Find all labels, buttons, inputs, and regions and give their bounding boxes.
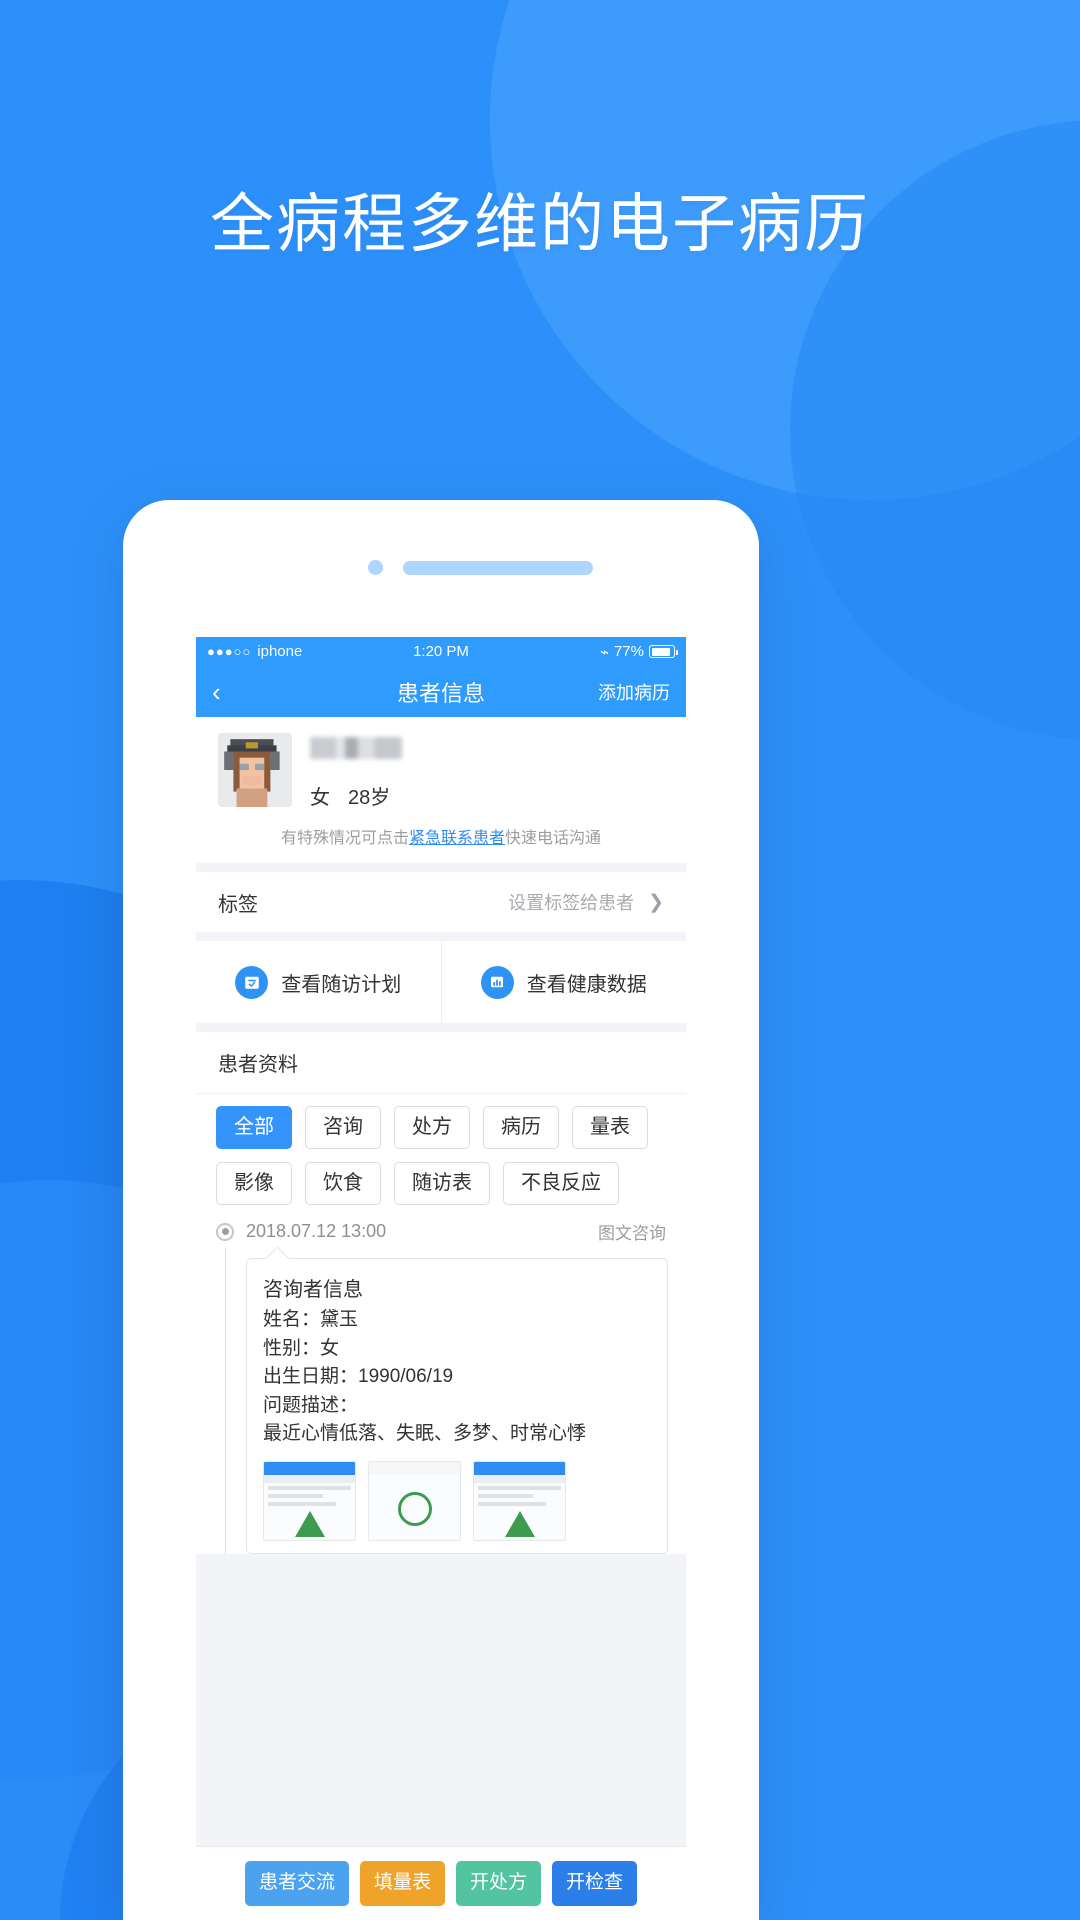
- filter-chip-consult[interactable]: 咨询: [305, 1106, 381, 1149]
- view-followup-plan-label: 查看随访计划: [281, 973, 402, 996]
- bluetooth-icon: ⌁: [599, 643, 609, 661]
- status-bar: ●●●○○ iphone 1:20 PM ⌁ 77%: [196, 637, 686, 666]
- phone-top-bezel: [123, 500, 759, 637]
- timeline-dot-icon: [216, 1222, 234, 1241]
- status-right-group: ⌁ 77%: [599, 643, 678, 661]
- bottom-action-bar: 患者交流 填量表 开处方 开检查: [196, 1846, 686, 1920]
- consultation-field-problem-text: 最近心情低落、失眠、多梦、时常心悸: [263, 1423, 587, 1444]
- emergency-contact-link[interactable]: 紧急联系患者: [409, 830, 505, 847]
- patient-gender-age: 女 28岁: [310, 781, 402, 810]
- timeline: 2018.07.12 13:00 图文咨询 咨询者信息 姓名：黛玉 性别：女 出…: [196, 1209, 686, 1554]
- filter-chip-followup-form[interactable]: 随访表: [394, 1162, 490, 1205]
- phone-mockup: ●●●○○ iphone 1:20 PM ⌁ 77% ‹ 患者信息 添加病历 女…: [123, 500, 759, 1920]
- section-title-patient-data: 患者资料: [196, 1032, 686, 1094]
- divider: [196, 863, 686, 872]
- patient-name-masked: [310, 737, 402, 759]
- order-examination-button[interactable]: 开检查: [552, 1861, 638, 1906]
- patient-summary: 女 28岁: [196, 717, 686, 810]
- battery-percent-label: 77%: [613, 643, 644, 660]
- nav-bar: ‹ 患者信息 添加病历: [196, 666, 686, 717]
- filter-chip-prescription[interactable]: 处方: [394, 1106, 470, 1149]
- timeline-type-badge: 图文咨询: [598, 1224, 666, 1243]
- timeline-connector: [225, 1247, 226, 1554]
- earpiece-speaker: [403, 561, 593, 575]
- consultation-card-title: 咨询者信息: [263, 1279, 363, 1301]
- consultation-card[interactable]: 咨询者信息 姓名：黛玉 性别：女 出生日期：1990/06/19 问题描述： 最…: [246, 1258, 668, 1554]
- page-headline: 全病程多维的电子病历: [210, 188, 870, 260]
- consultation-field-problem-label: 问题描述：: [263, 1394, 359, 1416]
- consultation-thumbnails: [263, 1460, 651, 1541]
- fill-scale-button[interactable]: 填量表: [359, 1861, 445, 1906]
- tag-row-value: 设置标签给患者: [508, 893, 635, 913]
- chevron-right-icon: ❯: [648, 891, 664, 913]
- view-health-data-label: 查看健康数据: [526, 973, 647, 996]
- timeline-date: 2018.07.12 13:00: [246, 1221, 387, 1241]
- consultation-field-name: 姓名：黛玉: [263, 1309, 359, 1330]
- filter-chip-all[interactable]: 全部: [216, 1106, 292, 1149]
- view-health-data-button[interactable]: 查看健康数据: [440, 941, 687, 1023]
- timeline-entry-header: 2018.07.12 13:00 图文咨询: [196, 1219, 686, 1244]
- filter-chip-diet[interactable]: 饮食: [305, 1162, 381, 1205]
- consultation-field-gender: 性别：女: [263, 1337, 340, 1359]
- front-camera-icon: [368, 560, 383, 575]
- filter-chip-group: 全部 咨询 处方 病历 量表 影像 饮食 随访表 不良反应: [196, 1094, 686, 1209]
- filter-chip-record[interactable]: 病历: [483, 1106, 559, 1149]
- calendar-check-icon: [235, 965, 269, 999]
- patient-chat-button[interactable]: 患者交流: [244, 1861, 349, 1906]
- tag-row-label: 标签: [218, 893, 258, 916]
- divider-3: [196, 1023, 686, 1032]
- divider-2: [196, 932, 686, 941]
- write-prescription-button[interactable]: 开处方: [456, 1861, 542, 1906]
- patient-avatar[interactable]: [218, 733, 292, 807]
- avatar-pixel-art: [218, 733, 292, 807]
- battery-icon: [649, 645, 678, 658]
- consultation-field-birthdate: 出生日期：1990/06/19: [263, 1366, 454, 1387]
- phone-screen: ●●●○○ iphone 1:20 PM ⌁ 77% ‹ 患者信息 添加病历 女…: [196, 637, 686, 1920]
- tip-text-before: 有特殊情况可点击: [280, 830, 409, 847]
- patient-card: 女 28岁 有特殊情况可点击紧急联系患者快速电话沟通: [196, 717, 686, 863]
- screen-body: 女 28岁 有特殊情况可点击紧急联系患者快速电话沟通 标签 设置标签给患者 ❯: [196, 717, 686, 1846]
- filter-chip-adverse-reaction[interactable]: 不良反应: [503, 1162, 619, 1205]
- filter-chip-scale[interactable]: 量表: [572, 1106, 648, 1149]
- tag-row[interactable]: 标签 设置标签给患者 ❯: [196, 872, 686, 932]
- patient-age: 28岁: [348, 787, 391, 809]
- screenshot-thumb-2[interactable]: [368, 1460, 461, 1541]
- filter-chip-imaging[interactable]: 影像: [216, 1162, 292, 1205]
- view-followup-plan-button[interactable]: 查看随访计划: [196, 941, 441, 1023]
- patient-gender: 女: [310, 787, 330, 809]
- emergency-contact-tip: 有特殊情况可点击紧急联系患者快速电话沟通: [196, 810, 686, 863]
- patient-identity: 女 28岁: [310, 733, 402, 810]
- screenshot-thumb-3[interactable]: [473, 1460, 566, 1541]
- screenshot-thumb-1[interactable]: [263, 1460, 356, 1541]
- add-record-button[interactable]: 添加病历: [598, 679, 670, 705]
- quick-actions: 查看随访计划 查看健康数据: [196, 941, 686, 1023]
- bar-chart-icon: [480, 965, 514, 999]
- tip-text-after: 快速电话沟通: [505, 830, 602, 847]
